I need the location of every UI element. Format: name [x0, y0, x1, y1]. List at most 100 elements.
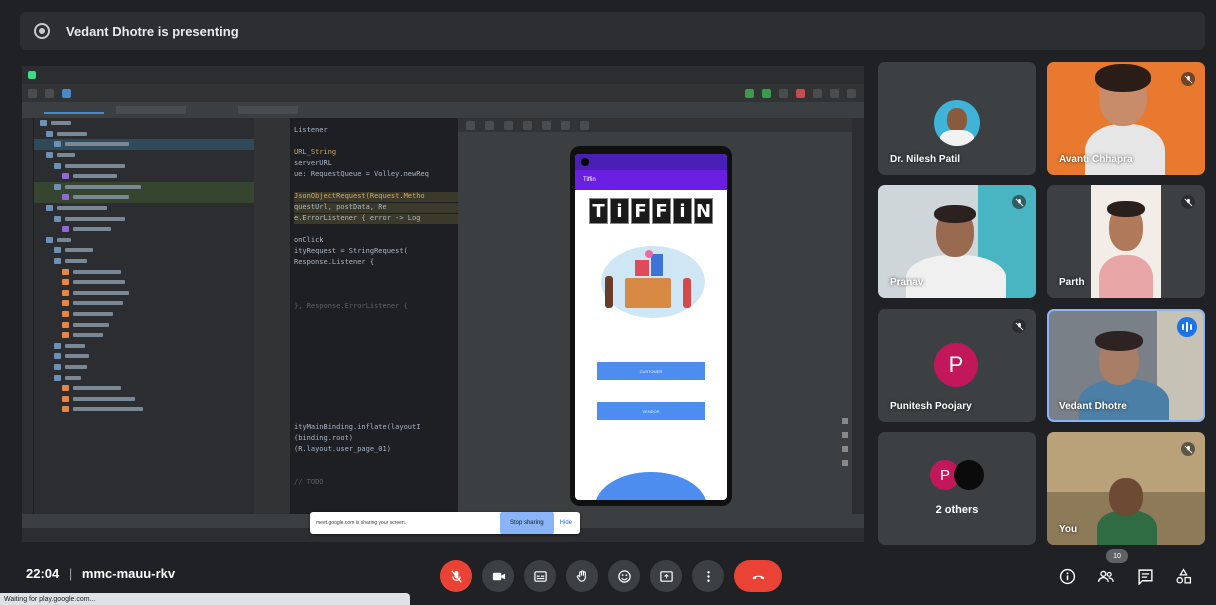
others-tile[interactable]: P 2 others — [878, 432, 1036, 545]
vendor-button[interactable]: VENDOR — [597, 402, 705, 420]
phone-status-bar — [575, 154, 727, 170]
people-count-badge: 10 — [1106, 549, 1128, 563]
presentation-icon — [34, 23, 50, 39]
toolbar-button — [830, 88, 839, 98]
participant-name: Punitesh Poojary — [890, 401, 972, 412]
chat-icon — [1137, 568, 1153, 585]
hand-icon — [576, 569, 586, 582]
ide-left-tool-strip — [22, 118, 34, 514]
logo-letter: F — [631, 198, 650, 224]
meeting-info: 22:04 | mmc-mauu-rkv — [26, 566, 175, 581]
editor-tab — [116, 106, 186, 114]
ide-menu-bar — [22, 66, 864, 84]
captions-icon — [533, 570, 547, 582]
customer-button[interactable]: CUSTOMER — [597, 362, 705, 380]
mic-off-icon — [450, 569, 462, 583]
toolbar-button — [779, 88, 788, 98]
tree-row — [34, 213, 254, 224]
raise-hand-button[interactable] — [566, 560, 598, 592]
code-line: ue: RequestQueue = Volley.newReq — [294, 170, 429, 178]
home-icon — [561, 120, 570, 130]
meeting-details-button[interactable] — [1056, 565, 1078, 587]
ide-editor-tabs — [22, 102, 864, 118]
phone-camera — [581, 158, 589, 166]
toolbar-button — [813, 88, 822, 98]
editor-tab — [44, 106, 104, 114]
project-tree — [34, 118, 254, 514]
volume-down-icon — [504, 120, 513, 130]
volume-up-icon — [485, 120, 494, 130]
captions-button[interactable] — [524, 560, 556, 592]
tree-row — [34, 277, 254, 288]
participant-tile[interactable]: Dr. Nilesh Patil — [878, 62, 1036, 175]
screenshot-icon — [580, 120, 589, 130]
leave-call-button[interactable] — [734, 560, 782, 592]
participant-name: You — [1059, 524, 1078, 535]
back-icon — [542, 120, 551, 130]
toolbar-button — [28, 88, 37, 98]
code-line: serverURL — [294, 159, 332, 167]
tree-row — [34, 256, 254, 267]
present-screen-icon — [659, 570, 673, 582]
participant-name: Pranav — [890, 277, 924, 288]
code-line: (R.layout.user_page_01) — [294, 445, 391, 453]
tree-row — [34, 224, 254, 235]
microphone-toggle-button[interactable] — [440, 560, 472, 592]
tree-row — [34, 362, 254, 373]
tree-row — [34, 288, 254, 299]
hang-up-icon — [751, 575, 765, 579]
emulator-tab — [238, 106, 298, 114]
show-everyone-button[interactable] — [1094, 565, 1116, 587]
reactions-button[interactable] — [608, 560, 640, 592]
code-line: URL_String — [294, 148, 337, 156]
tree-row — [34, 372, 254, 383]
participant-tile-active-speaker[interactable]: Vedant Dhotre — [1047, 309, 1205, 422]
meeting-code: mmc-mauu-rkv — [81, 566, 176, 581]
tree-row — [34, 171, 254, 182]
more-options-button[interactable] — [692, 560, 724, 592]
mic-off-icon — [1181, 195, 1195, 209]
browser-status-bar: Waiting for play.google.com... — [0, 593, 410, 605]
avatar — [934, 100, 980, 146]
hide-banner-button[interactable]: Hide — [560, 520, 580, 526]
camera-toggle-button[interactable] — [482, 560, 514, 592]
power-icon — [466, 120, 475, 130]
share-banner-text: meet.google.com is sharing your screen. — [316, 520, 407, 526]
tiffin-logo: T i F F i N — [575, 198, 727, 224]
tree-row — [34, 150, 254, 161]
self-tile[interactable]: You — [1047, 432, 1205, 545]
participant-tile[interactable]: Parth — [1047, 185, 1205, 298]
code-line: (binding.root) — [294, 434, 354, 442]
stop-sharing-button[interactable]: Stop sharing — [499, 512, 554, 534]
code-editor: Listener URL_String serverURL ue: Reques… — [290, 118, 458, 514]
rotate-icon — [523, 120, 532, 130]
code-line: questUrl, postData, Re — [294, 203, 458, 213]
more-vert-icon — [706, 570, 710, 582]
participant-tile[interactable]: Pranav — [878, 185, 1036, 298]
code-line: Response.Listener { — [294, 258, 375, 266]
info-icon — [1059, 568, 1075, 584]
mic-off-icon — [1181, 72, 1195, 86]
chat-button[interactable] — [1134, 565, 1156, 587]
logo-letter: i — [610, 198, 629, 224]
avatar — [954, 460, 984, 490]
participant-tile[interactable]: P Punitesh Poojary — [878, 309, 1036, 422]
tree-row — [34, 192, 254, 203]
present-now-button[interactable] — [650, 560, 682, 592]
activities-button[interactable] — [1172, 565, 1194, 587]
tree-row — [34, 245, 254, 256]
tree-row — [34, 404, 254, 415]
stop-icon — [796, 88, 805, 98]
tree-row — [34, 383, 254, 394]
camera-icon — [492, 572, 505, 580]
tree-row — [34, 235, 254, 246]
participant-tile[interactable]: Avanti Chhapra — [1047, 62, 1205, 175]
phone-emulator: Tiffin T i F F i N CUSTOMER VENDOR — [570, 146, 732, 506]
